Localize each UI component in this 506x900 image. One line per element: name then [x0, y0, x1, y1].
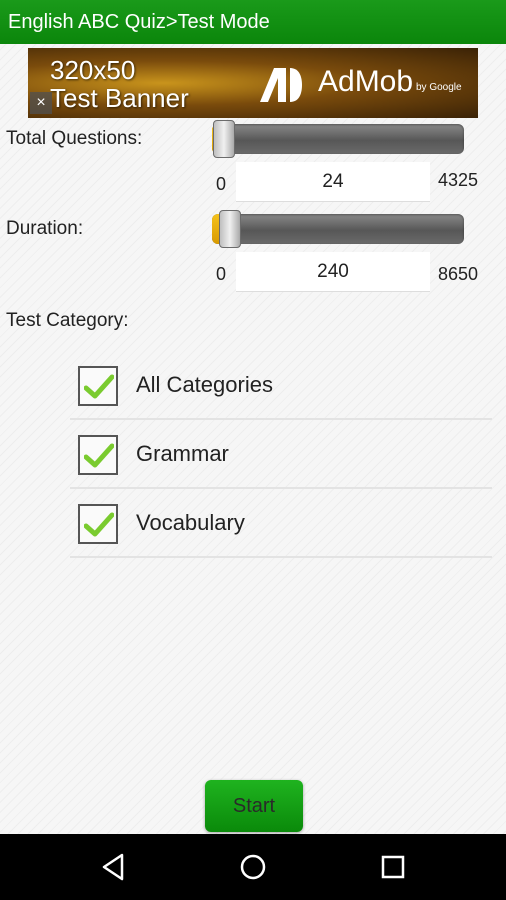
checkmark-icon: [84, 374, 114, 399]
category-label: All Categories: [136, 372, 273, 397]
checkmark-icon: [84, 512, 114, 537]
home-icon[interactable]: [237, 851, 269, 883]
checkbox[interactable]: [78, 435, 118, 475]
checkmark-icon: [84, 443, 114, 468]
category-label: Vocabulary: [136, 510, 245, 535]
duration-input[interactable]: 240: [236, 252, 430, 292]
category-grammar[interactable]: Grammar: [70, 421, 492, 489]
total-questions-input[interactable]: 24: [236, 162, 430, 202]
back-icon[interactable]: [98, 851, 130, 883]
ad-close-icon[interactable]: ×: [30, 92, 52, 114]
duration-label: Duration:: [6, 218, 84, 239]
start-button[interactable]: Start: [205, 780, 303, 832]
slider-thumb[interactable]: [219, 210, 241, 248]
ad-banner-line: Test Banner: [50, 83, 189, 113]
total-questions-max: 4325: [438, 170, 479, 190]
ad-banner[interactable]: 320x50 Test Banner × AdMob by Google: [28, 48, 478, 118]
admob-by: by Google: [416, 82, 462, 93]
test-category-label: Test Category:: [6, 310, 129, 331]
duration-slider[interactable]: [212, 210, 464, 248]
system-nav-bar: [0, 834, 506, 900]
duration-max: 8650: [438, 264, 479, 284]
slider-thumb[interactable]: [213, 120, 235, 158]
checkbox[interactable]: [78, 504, 118, 544]
ad-banner-text: 320x50 Test Banner: [50, 56, 189, 112]
admob-logo-icon: [260, 68, 302, 102]
app-bar: English ABC Quiz>Test Mode: [0, 0, 506, 44]
total-questions-slider[interactable]: [212, 120, 464, 158]
category-vocabulary[interactable]: Vocabulary: [70, 490, 492, 558]
total-questions-min: 0: [216, 174, 227, 194]
duration-min: 0: [216, 264, 227, 284]
category-all[interactable]: All Categories: [70, 352, 492, 420]
category-label: Grammar: [136, 441, 229, 466]
recents-icon[interactable]: [377, 851, 409, 883]
ad-banner-line: 320x50: [50, 55, 136, 85]
total-questions-label: Total Questions:: [6, 128, 143, 149]
checkbox[interactable]: [78, 366, 118, 406]
app-title: English ABC Quiz>Test Mode: [8, 11, 270, 33]
admob-brand: AdMob: [318, 65, 414, 98]
